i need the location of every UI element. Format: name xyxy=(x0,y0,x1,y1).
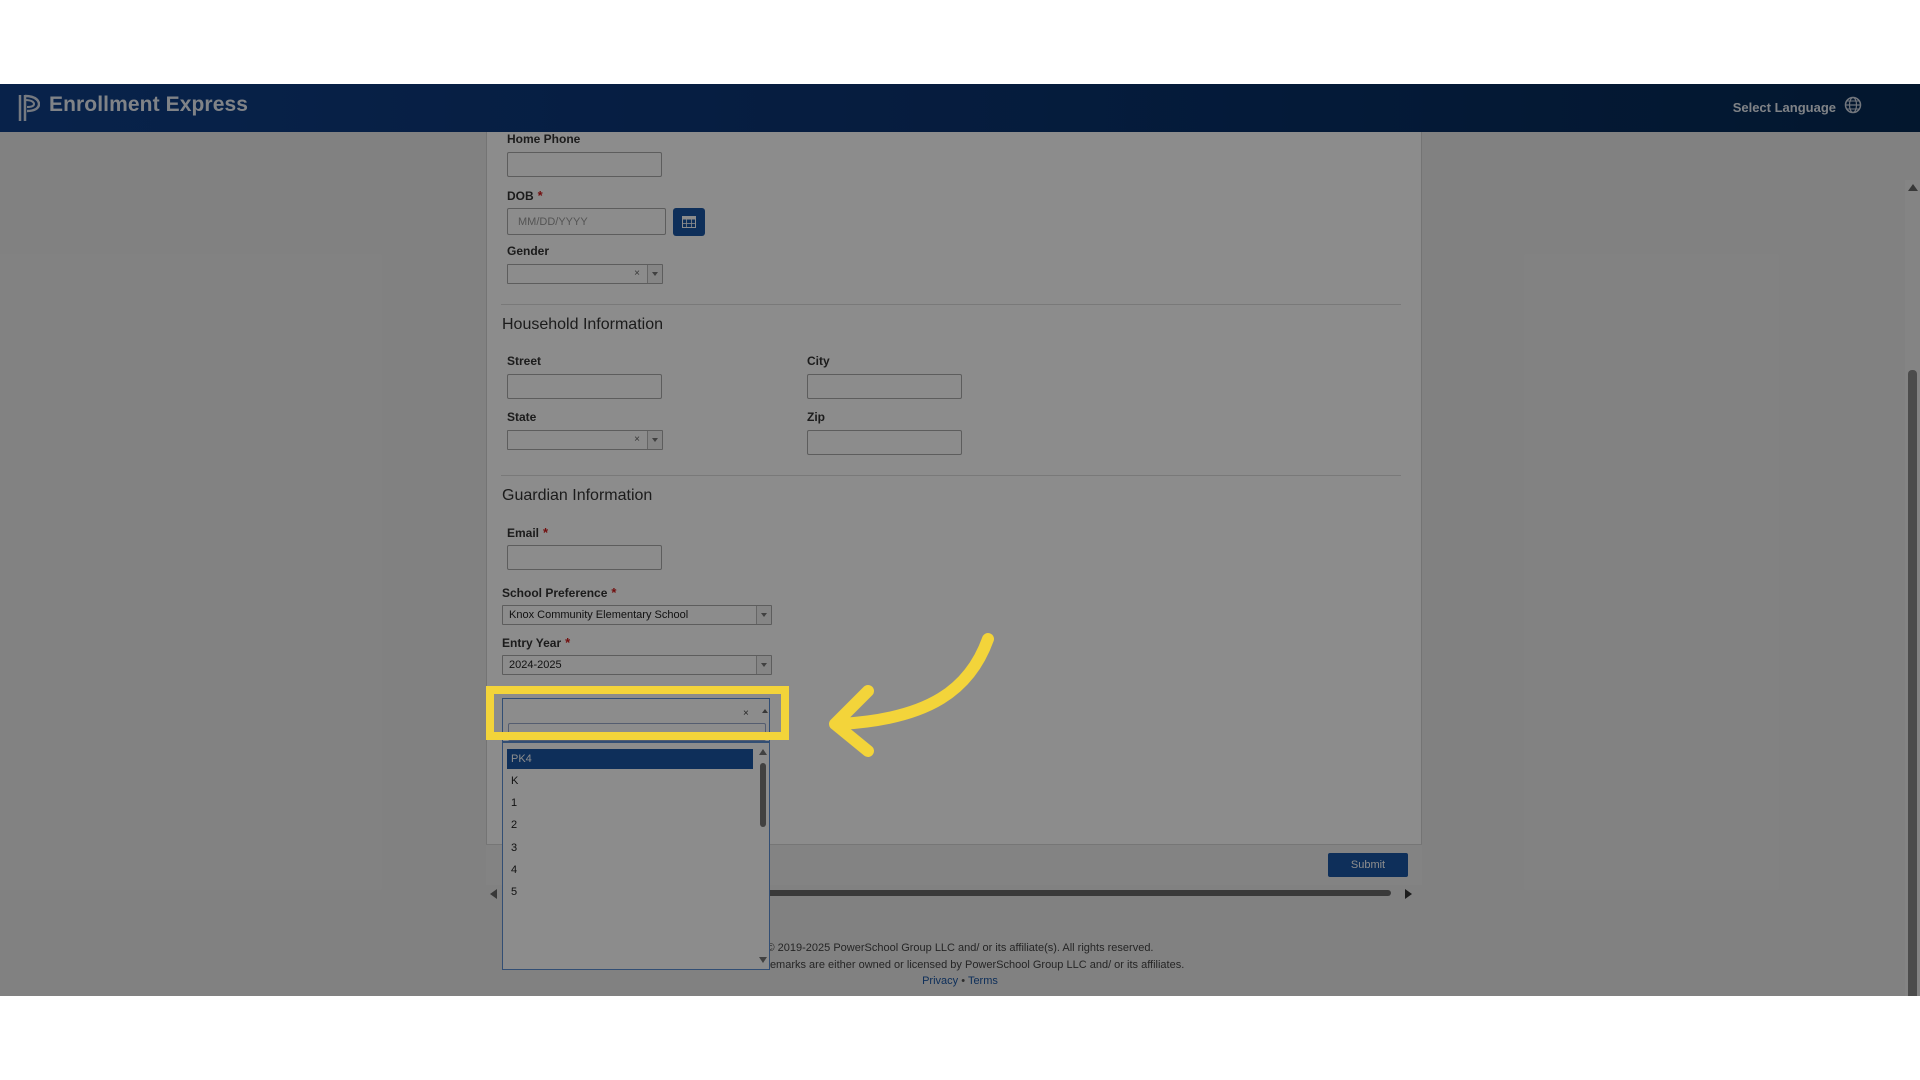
app-window: Enrollment Express Select Language Home … xyxy=(0,84,1920,996)
home-phone-input[interactable] xyxy=(507,152,662,177)
dob-label: DOB * xyxy=(507,188,543,203)
scroll-right-icon[interactable] xyxy=(1405,889,1412,899)
calendar-button[interactable] xyxy=(673,208,705,236)
guardian-section-title: Guardian Information xyxy=(502,487,653,504)
app-header: Enrollment Express Select Language xyxy=(0,84,1920,132)
privacy-link[interactable]: Privacy xyxy=(922,975,958,987)
street-input[interactable] xyxy=(507,374,662,399)
grade-option[interactable]: 3 xyxy=(507,838,753,858)
home-phone-label: Home Phone xyxy=(507,132,581,146)
grade-option[interactable]: PK4 xyxy=(507,749,753,769)
email-input[interactable] xyxy=(507,545,662,570)
calendar-icon xyxy=(682,216,696,228)
required-marker: * xyxy=(565,635,571,650)
curved-arrow-icon xyxy=(829,633,994,757)
scroll-up-icon[interactable] xyxy=(759,749,767,755)
grade-option[interactable]: K xyxy=(507,771,753,791)
dob-label-text: DOB xyxy=(507,189,534,203)
powerschool-logo-icon[interactable] xyxy=(18,94,40,122)
chevron-down-icon[interactable] xyxy=(647,265,662,283)
scrollbar-thumb[interactable] xyxy=(1908,370,1917,996)
required-marker: * xyxy=(543,525,549,540)
select-language-link[interactable]: Select Language xyxy=(1733,100,1836,115)
copyright-text: © 2019-2025 PowerSchool Group LLC and/ o… xyxy=(766,942,1154,954)
city-label: City xyxy=(807,354,830,368)
clear-icon[interactable]: × xyxy=(634,268,640,279)
school-preference-value: Knox Community Elementary School xyxy=(509,609,689,621)
highlight-box xyxy=(486,686,789,740)
chevron-down-icon[interactable] xyxy=(756,656,771,674)
grade-option[interactable]: 5 xyxy=(507,882,753,902)
street-label: Street xyxy=(507,354,542,368)
grade-dropdown-list: PK4 K 1 2 3 4 5 xyxy=(502,742,770,970)
state-select[interactable]: × xyxy=(507,430,663,450)
globe-icon[interactable] xyxy=(1844,96,1862,114)
chevron-down-icon[interactable] xyxy=(647,431,662,449)
grade-option[interactable]: 1 xyxy=(507,793,753,813)
page-content: Home Phone DOB * MM/DD/YYYY Gender × Hou… xyxy=(0,132,1920,996)
link-separator: • xyxy=(961,975,966,987)
scroll-down-icon[interactable] xyxy=(759,957,767,963)
grade-option[interactable]: 2 xyxy=(507,815,753,835)
entry-year-label-text: Entry Year xyxy=(502,636,562,650)
section-divider xyxy=(501,475,1401,476)
entry-year-label: Entry Year * xyxy=(502,635,570,650)
entry-year-select[interactable]: 2024-2025 xyxy=(502,655,772,675)
app-title: Enrollment Express xyxy=(49,93,249,116)
city-input[interactable] xyxy=(807,374,962,399)
vertical-scrollbar[interactable] xyxy=(1905,180,1920,996)
dob-input[interactable]: MM/DD/YYYY xyxy=(507,208,666,235)
email-label: Email * xyxy=(507,525,548,540)
clear-icon[interactable]: × xyxy=(634,434,640,445)
required-marker: * xyxy=(537,188,543,203)
terms-link[interactable]: Terms xyxy=(968,975,998,987)
zip-label: Zip xyxy=(807,410,825,424)
scroll-up-icon[interactable] xyxy=(1908,184,1918,191)
dropdown-scrollbar[interactable] xyxy=(758,747,768,965)
grade-option[interactable]: 4 xyxy=(507,860,753,880)
chevron-down-icon[interactable] xyxy=(756,606,771,624)
school-preference-select[interactable]: Knox Community Elementary School xyxy=(502,605,772,625)
entry-year-value: 2024-2025 xyxy=(509,659,562,671)
gender-select[interactable]: × xyxy=(507,264,663,284)
footer-links: Privacy • Terms xyxy=(0,975,1920,987)
dob-placeholder: MM/DD/YYYY xyxy=(518,216,588,228)
section-divider xyxy=(501,304,1401,305)
school-preference-label-text: School Preference xyxy=(502,586,608,600)
email-label-text: Email xyxy=(507,526,540,540)
scrollbar-thumb[interactable] xyxy=(760,763,766,827)
zip-input[interactable] xyxy=(807,430,962,455)
trademarks-text: All trademarks are either owned or licen… xyxy=(735,959,1185,971)
gender-label: Gender xyxy=(507,244,550,258)
required-marker: * xyxy=(611,585,617,600)
household-section-title: Household Information xyxy=(502,316,663,333)
school-preference-label: School Preference * xyxy=(502,585,616,600)
state-label: State xyxy=(507,410,537,424)
submit-button[interactable]: Submit xyxy=(1328,853,1408,877)
scroll-left-icon[interactable] xyxy=(490,889,497,899)
